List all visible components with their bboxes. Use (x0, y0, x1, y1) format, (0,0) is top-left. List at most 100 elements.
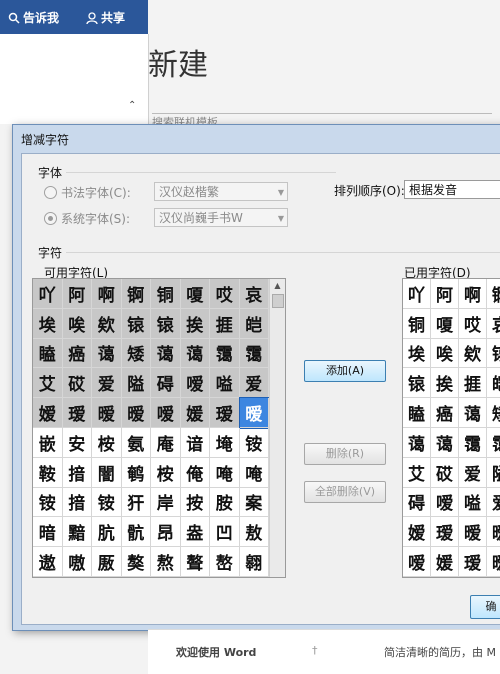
char-cell[interactable]: 聱 (180, 547, 210, 577)
char-cell[interactable]: 氨 (121, 427, 151, 458)
used-char-cell[interactable]: 霭 (487, 428, 500, 458)
used-char-cell[interactable]: 癌 (431, 398, 459, 428)
char-cell[interactable]: 胺 (210, 487, 240, 518)
ok-button[interactable]: 确 (470, 595, 500, 619)
char-cell[interactable]: 昂 (151, 517, 181, 548)
used-char-cell[interactable]: 啊 (459, 279, 487, 309)
calligraphy-font-radio[interactable]: 书法字体(C): (44, 184, 131, 201)
used-char-cell[interactable]: 蔼 (459, 398, 487, 428)
system-font-select[interactable]: 汉仪尚巍手书W ▼ (154, 208, 288, 227)
char-cell[interactable]: 埃 (33, 308, 63, 339)
char-cell[interactable]: 骯 (121, 517, 151, 548)
char-cell[interactable]: 哀 (239, 279, 269, 309)
char-cell[interactable]: 揞 (62, 457, 92, 488)
used-char-cell[interactable]: 爱 (459, 457, 487, 488)
welcome-template-label[interactable]: 欢迎使用 Word (176, 644, 256, 660)
used-char-cell[interactable]: 嗳 (403, 547, 431, 577)
radio-button[interactable] (44, 186, 57, 199)
char-cell[interactable]: 獒 (121, 547, 151, 577)
used-char-cell[interactable]: 媛 (431, 547, 459, 577)
used-char-cell[interactable]: 蔼 (403, 427, 431, 458)
char-cell[interactable]: 暧 (92, 398, 122, 428)
char-cell[interactable]: 鞍 (33, 457, 63, 488)
char-cell[interactable]: 阿 (62, 279, 92, 309)
char-cell[interactable]: 按 (180, 487, 210, 518)
char-cell[interactable]: 锿 (121, 308, 151, 339)
used-char-cell[interactable]: 砹 (431, 457, 459, 488)
char-cell[interactable]: 啊 (92, 279, 122, 309)
char-cell[interactable]: 谙 (180, 427, 210, 458)
used-char-cell[interactable]: 哎 (459, 308, 487, 339)
used-char-cell[interactable]: 隘 (487, 458, 500, 488)
used-char-cell[interactable]: 埃 (403, 338, 431, 369)
used-char-cell[interactable]: 嗌 (459, 487, 487, 518)
char-cell[interactable]: 案 (239, 487, 269, 518)
calligraphy-font-select[interactable]: 汉仪赵楷繁 ▼ (154, 182, 288, 201)
radio-button-selected[interactable] (44, 212, 57, 225)
char-cell[interactable]: 俺 (180, 457, 210, 488)
char-cell[interactable]: 犴 (121, 487, 151, 518)
used-char-cell[interactable]: 嗳 (431, 487, 459, 518)
char-cell[interactable]: 揞 (62, 487, 92, 518)
char-cell[interactable]: 暧 (121, 398, 151, 428)
char-cell[interactable]: 霭 (210, 338, 240, 369)
char-cell[interactable]: 碍 (151, 368, 181, 399)
char-cell[interactable]: 盎 (180, 517, 210, 548)
tell-me-button[interactable]: 告诉我 (8, 9, 59, 26)
scroll-up-icon[interactable]: ▲ (270, 279, 285, 293)
char-cell[interactable]: 铵 (239, 427, 269, 458)
resume-template-label[interactable]: 简洁清晰的简历，由 M (384, 644, 496, 660)
char-cell[interactable]: 庵 (151, 427, 181, 458)
char-cell[interactable]: 嗳 (151, 398, 181, 428)
used-char-cell[interactable]: 阿 (431, 279, 459, 309)
used-char-cell[interactable]: 爱 (487, 488, 500, 518)
remove-all-button[interactable]: 全部删除(V) (304, 481, 386, 503)
char-cell[interactable]: 蔼 (151, 338, 181, 369)
used-char-cell[interactable]: 挨 (431, 368, 459, 399)
chevron-up-icon[interactable]: ⌃ (128, 100, 136, 111)
char-cell[interactable]: 蔼 (92, 338, 122, 369)
char-cell[interactable]: 隘 (121, 368, 151, 399)
remove-button[interactable]: 删除(R) (304, 443, 386, 465)
system-font-radio[interactable]: 系统字体(S): (44, 210, 130, 227)
used-char-cell[interactable]: 铜 (403, 308, 431, 339)
used-char-cell[interactable]: 暧 (487, 517, 500, 548)
scrollbar[interactable]: ▲ (269, 279, 285, 577)
used-char-cell[interactable]: 矮 (487, 398, 500, 428)
char-cell[interactable]: 敖 (239, 517, 269, 548)
char-cell[interactable]: 唵 (239, 457, 269, 488)
char-cell[interactable]: 霭 (239, 338, 269, 369)
char-cell[interactable]: 唵 (210, 457, 240, 488)
char-cell[interactable]: 媛 (180, 398, 210, 428)
char-cell[interactable]: 闇 (92, 457, 122, 488)
char-cell[interactable]: 遨 (33, 547, 63, 577)
char-cell[interactable]: 厫 (92, 547, 122, 577)
char-cell[interactable]: 爱 (92, 368, 122, 399)
char-cell[interactable]: 嗌 (210, 368, 240, 399)
used-char-cell[interactable]: 瞌 (403, 398, 431, 428)
used-char-cell[interactable]: 暧 (459, 517, 487, 548)
used-char-cell[interactable]: 蔼 (431, 427, 459, 458)
char-cell[interactable]: 肮 (92, 517, 122, 548)
used-chars-grid[interactable]: 吖阿啊锕铜嗄哎哀埃唉欸锿锿挨捱皑瞌癌蔼矮蔼蔼霭霭艾砹爱隘碍嗳嗌爱嫒瑷暧暧嗳媛瑷暧 (402, 278, 500, 578)
char-cell[interactable]: 嫒 (33, 398, 63, 428)
char-cell[interactable]: 艾 (33, 368, 63, 399)
char-cell[interactable]: 桉 (92, 427, 122, 458)
char-cell[interactable]: 桉 (151, 457, 181, 488)
char-cell[interactable]: 铵 (33, 487, 63, 518)
char-cell[interactable]: 铵 (92, 487, 122, 518)
char-cell[interactable]: 熬 (151, 547, 181, 577)
scroll-thumb[interactable] (272, 294, 284, 308)
char-cell[interactable]: 安 (62, 427, 92, 458)
used-char-cell[interactable]: 瑷 (459, 547, 487, 577)
used-char-cell[interactable]: 嗄 (431, 308, 459, 339)
char-cell[interactable]: 皑 (239, 308, 269, 339)
char-cell[interactable]: 铜 (151, 279, 181, 309)
char-cell[interactable]: 嵌 (33, 427, 63, 458)
used-char-cell[interactable]: 暧 (487, 547, 500, 577)
used-char-cell[interactable]: 霭 (459, 427, 487, 458)
used-char-cell[interactable]: 捱 (459, 368, 487, 399)
char-cell[interactable]: 锿 (151, 308, 181, 339)
char-cell[interactable]: 吖 (33, 279, 63, 309)
char-cell[interactable]: 凹 (210, 517, 240, 548)
